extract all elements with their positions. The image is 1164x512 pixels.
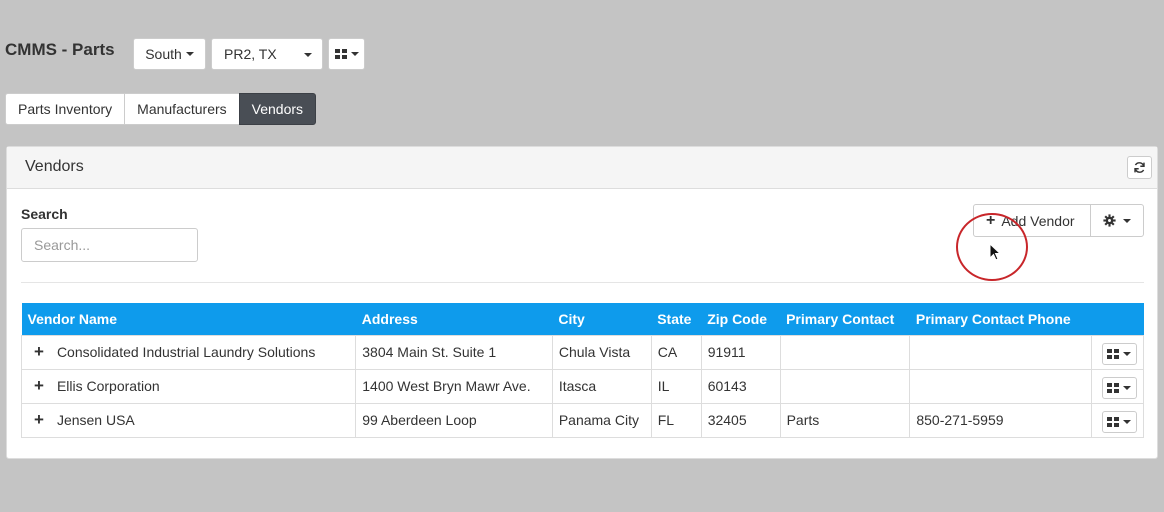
view-options-dropdown[interactable] [328, 38, 365, 70]
row-actions-button[interactable] [1101, 410, 1137, 433]
address-cell: 99 Aberdeen Loop [355, 402, 553, 438]
caret-down-icon [304, 53, 312, 57]
contact-cell: Parts [779, 402, 911, 438]
grid-icon [1107, 416, 1120, 427]
state-cell: FL [650, 402, 702, 438]
caret-down-icon [1123, 351, 1132, 356]
phone-cell [909, 334, 1092, 370]
grid-icon [1107, 382, 1120, 393]
address-cell: 1400 West Bryn Mawr Ave. [355, 368, 553, 404]
caret-down-icon [350, 52, 359, 56]
row-actions-button[interactable] [1101, 376, 1137, 399]
divider [21, 282, 1144, 283]
row-actions-cell [1090, 402, 1145, 438]
vendors-table: Vendor Name Address City State Zip Code … [20, 303, 1145, 438]
table-row: + Jensen USA 99 Aberdeen Loop Panama City… [20, 402, 1145, 438]
column-header-primary-contact[interactable]: Primary Contact [780, 303, 910, 335]
caret-down-icon [185, 52, 194, 56]
city-cell: Itasca [551, 368, 652, 404]
page-title: CMMS - Parts [5, 40, 115, 59]
search-input[interactable] [21, 228, 198, 262]
vendors-panel: Vendors Search + Add Vendor [6, 146, 1158, 459]
state-cell: CA [650, 334, 702, 370]
caret-down-icon [1123, 419, 1132, 424]
column-header-primary-contact-phone[interactable]: Primary Contact Phone [909, 303, 1092, 335]
row-actions-cell [1090, 334, 1145, 370]
table-row: + Ellis Corporation 1400 West Bryn Mawr A… [20, 368, 1145, 404]
vendor-name: Jensen USA [56, 412, 135, 428]
vendor-name: Consolidated Industrial Laundry Solution… [56, 344, 316, 360]
table-row: + Consolidated Industrial Laundry Solutio… [20, 334, 1145, 370]
city-cell: Panama City [551, 402, 652, 438]
expand-row-icon[interactable]: + [34, 342, 44, 361]
address-cell: 3804 Main St. Suite 1 [355, 334, 553, 370]
refresh-button[interactable] [1127, 156, 1152, 179]
city-cell: Chula Vista [551, 334, 652, 370]
vendor-name-cell: + Consolidated Industrial Laundry Solutio… [20, 334, 357, 370]
zip-cell: 91911 [700, 334, 781, 370]
phone-cell [909, 368, 1092, 404]
vendor-name-cell: + Jensen USA [20, 402, 357, 438]
column-header-state[interactable]: State [651, 303, 702, 335]
expand-row-icon[interactable]: + [34, 376, 44, 395]
panel-title: Vendors [25, 158, 84, 175]
tab-manufacturers[interactable]: Manufacturers [124, 93, 240, 125]
region-label: South [145, 46, 182, 62]
phone-cell: 850-271-5959 [909, 402, 1092, 438]
column-header-vendor-name[interactable]: Vendor Name [21, 303, 356, 335]
grid-icon [334, 49, 347, 59]
state-cell: IL [650, 368, 702, 404]
site-label: PR2, TX [224, 46, 277, 62]
grid-icon [1107, 348, 1120, 359]
search-label: Search [21, 206, 68, 222]
column-header-city[interactable]: City [552, 303, 652, 335]
mouse-cursor-icon [989, 243, 1001, 261]
contact-cell [779, 334, 911, 370]
caret-down-icon [1123, 218, 1131, 223]
row-actions-button[interactable] [1101, 342, 1137, 365]
tab-bar: Parts Inventory Manufacturers Vendors [5, 93, 317, 125]
column-header-actions [1091, 303, 1144, 335]
gear-icon [1103, 214, 1116, 227]
table-header-row: Vendor Name Address City State Zip Code … [21, 303, 1144, 335]
row-actions-cell [1090, 368, 1145, 404]
region-dropdown[interactable]: South [133, 38, 206, 70]
column-header-address[interactable]: Address [355, 303, 553, 335]
column-header-zip-code[interactable]: Zip Code [701, 303, 781, 335]
caret-down-icon [1123, 385, 1132, 390]
settings-dropdown-button[interactable] [1090, 204, 1144, 237]
site-dropdown[interactable]: PR2, TX [211, 38, 323, 70]
zip-cell: 60143 [700, 368, 781, 404]
tab-parts-inventory[interactable]: Parts Inventory [5, 93, 126, 125]
panel-header: Vendors [7, 147, 1157, 189]
tab-vendors[interactable]: Vendors [238, 93, 317, 125]
expand-row-icon[interactable]: + [34, 410, 44, 429]
zip-cell: 32405 [700, 402, 781, 438]
vendor-name-cell: + Ellis Corporation [20, 368, 357, 404]
vendor-name: Ellis Corporation [56, 378, 160, 394]
refresh-icon [1134, 162, 1145, 173]
contact-cell [779, 368, 911, 404]
